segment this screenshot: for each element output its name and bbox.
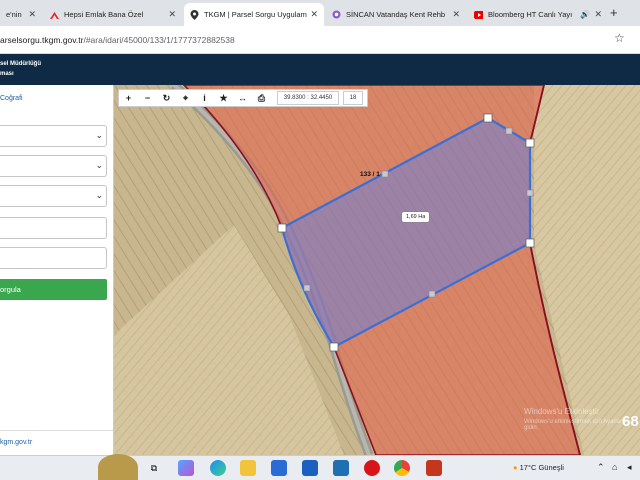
close-tab-icon[interactable]: ✕ [28, 9, 36, 20]
query-button[interactable]: orgula [0, 279, 107, 300]
vertex-handle[interactable] [277, 223, 287, 233]
site-header: sel Müdürlüğü ması [0, 54, 640, 85]
vertex-handle[interactable] [329, 342, 339, 352]
map-toolbar: + − ↻ ⌖ i ★ ↔ ⎙ 39.8300 : 32.4450 18 [118, 89, 368, 107]
chrome-icon[interactable] [394, 460, 410, 476]
new-tab-button[interactable]: + [610, 5, 618, 20]
locate-icon[interactable]: ⌖ [176, 90, 195, 106]
file-explorer-icon[interactable] [240, 460, 256, 476]
close-tab-icon[interactable]: ✕ [594, 9, 602, 20]
close-tab-icon[interactable]: ✕ [452, 9, 460, 20]
chevron-up-icon[interactable]: ⌃ [597, 462, 605, 473]
midpoint-handle[interactable] [428, 290, 436, 298]
midpoint-handle[interactable] [526, 189, 534, 197]
address-bar[interactable]: arselsorgu.tkgm.gov.tr/#ara/idari/45000/… [0, 26, 640, 54]
district-select[interactable]: ⌄ [0, 155, 107, 177]
vertex-handle[interactable] [525, 138, 535, 148]
app-icon[interactable] [333, 460, 349, 476]
header-title-line1: sel Müdürlüğü [0, 61, 41, 67]
area-badge: 1,69 Ha [402, 212, 430, 222]
youtube-icon [474, 10, 483, 19]
header-title-line2: ması [0, 71, 14, 77]
app-icon[interactable] [426, 460, 442, 476]
cografi-tab[interactable]: Coğrafi [0, 95, 23, 102]
print-icon[interactable]: ⎙ [252, 90, 271, 106]
divider [0, 430, 113, 431]
midpoint-handle[interactable] [381, 170, 389, 178]
edge-icon[interactable] [210, 460, 226, 476]
zoom-in-icon[interactable]: + [119, 90, 138, 106]
block-input[interactable] [0, 217, 107, 239]
coordinate-readout: 39.8300 : 32.4450 [277, 91, 339, 105]
weather-sun-icon: ● [513, 463, 518, 472]
browser-tab[interactable]: e'nin ✕ [0, 3, 42, 26]
close-tab-icon[interactable]: ✕ [310, 9, 318, 20]
browser-tab-strip: e'nin ✕ Hepsi Emlak Bana Özel ✕ TKGM | P… [0, 0, 640, 26]
widget-character-icon[interactable] [98, 454, 138, 480]
windows-taskbar: ⧉ ● 17°C Güneşli ⌃ ⌂ ◂ [0, 454, 640, 480]
zoom-level-readout: 18 [343, 91, 363, 105]
speaker-icon[interactable]: 🔊 [580, 10, 590, 19]
teams-icon[interactable] [302, 460, 318, 476]
close-tab-icon[interactable]: ✕ [168, 9, 176, 20]
info-icon[interactable]: i [195, 90, 214, 106]
activation-watermark-title: Windows'u Etkinleştir [524, 407, 600, 416]
edge-number: 68 [622, 413, 639, 430]
url-text[interactable]: arselsorgu.tkgm.gov.tr/#ara/idari/45000/… [0, 35, 235, 45]
chevron-down-icon: ⌄ [95, 160, 103, 170]
neighborhood-select[interactable]: ⌄ [0, 185, 107, 207]
refresh-icon[interactable]: ↻ [157, 90, 176, 106]
opera-icon[interactable] [364, 460, 380, 476]
parcel-number-label: 133 / 1 [360, 171, 380, 178]
measure-icon[interactable]: ↔ [233, 90, 252, 106]
zoom-out-icon[interactable]: − [138, 90, 157, 106]
map-pin-icon [190, 9, 199, 20]
province-select[interactable]: ⌄ [0, 125, 107, 147]
store-icon[interactable] [271, 460, 287, 476]
task-view-icon[interactable]: ⧉ [146, 460, 162, 476]
speaker-icon[interactable]: ◂ [627, 462, 632, 473]
chevron-down-icon: ⌄ [95, 190, 103, 200]
parcel-input[interactable] [0, 247, 107, 269]
globe-icon [332, 10, 341, 19]
footer-link[interactable]: kgm.gov.tr [0, 439, 32, 446]
browser-tab[interactable]: SİNCAN Vatandaş Kent Rehb ✕ [326, 3, 466, 26]
query-panel: Coğrafi ⌄ ⌄ ⌄ orgula kgm.gov.tr [0, 85, 114, 455]
hepsiemlak-icon [50, 10, 59, 19]
midpoint-handle[interactable] [303, 284, 311, 292]
favorite-star-icon[interactable]: ★ [214, 90, 233, 106]
copilot-icon[interactable] [178, 460, 194, 476]
browser-tab[interactable]: Bloomberg HT Canlı Yayı 🔊 ✕ [468, 3, 608, 26]
browser-tab[interactable]: Hepsi Emlak Bana Özel ✕ [44, 3, 182, 26]
chevron-down-icon: ⌄ [95, 130, 103, 140]
vertex-handle[interactable] [525, 238, 535, 248]
map-canvas[interactable] [114, 85, 640, 455]
vertex-handle[interactable] [483, 113, 493, 123]
bookmark-star-icon[interactable]: ☆ [614, 31, 625, 45]
network-icon[interactable]: ⌂ [612, 462, 617, 472]
browser-tab-active[interactable]: TKGM | Parsel Sorgu Uygulam ✕ [184, 3, 324, 26]
weather-widget[interactable]: ● 17°C Güneşli [513, 463, 564, 472]
midpoint-handle[interactable] [505, 127, 513, 135]
map-view[interactable]: 133 / 1 1,69 Ha Windows'u Etkinleştir Wi… [114, 85, 640, 455]
